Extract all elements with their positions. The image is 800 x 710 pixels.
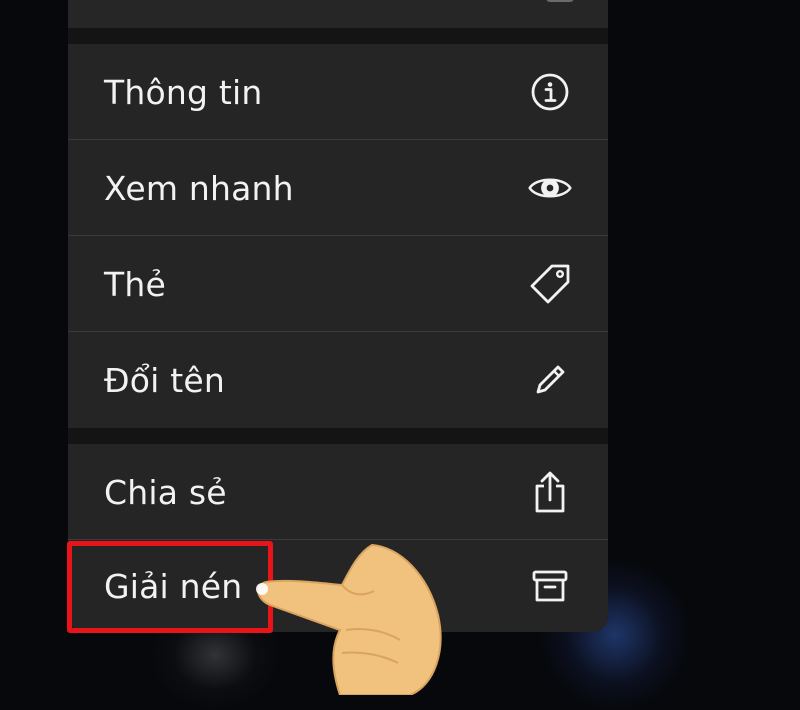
menu-item-share[interactable]: Chia sẻ bbox=[68, 444, 608, 540]
menu-top-partial-icon bbox=[546, 0, 574, 2]
menu-group-separator bbox=[68, 428, 608, 444]
menu-item-info[interactable]: Thông tin bbox=[68, 44, 608, 140]
menu-item-label: Xem nhanh bbox=[104, 168, 294, 208]
info-icon bbox=[528, 70, 572, 114]
menu-item-label: Chia sẻ bbox=[104, 472, 227, 512]
menu-item-label: Thông tin bbox=[104, 72, 263, 112]
menu-item-rename[interactable]: Đổi tên bbox=[68, 332, 608, 428]
menu-item-tags[interactable]: Thẻ bbox=[68, 236, 608, 332]
tag-icon bbox=[528, 262, 572, 306]
menu-item-quick-look[interactable]: Xem nhanh bbox=[68, 140, 608, 236]
pointing-hand-icon bbox=[250, 535, 450, 696]
eye-icon bbox=[528, 166, 572, 210]
share-icon bbox=[528, 470, 572, 514]
menu-item-label: Thẻ bbox=[104, 264, 166, 304]
menu-top-section bbox=[68, 0, 608, 28]
archive-box-icon bbox=[528, 564, 572, 608]
menu-group-separator bbox=[68, 28, 608, 44]
highlight-box bbox=[67, 541, 273, 633]
pencil-icon bbox=[528, 358, 572, 402]
menu-item-label: Đổi tên bbox=[104, 360, 225, 400]
